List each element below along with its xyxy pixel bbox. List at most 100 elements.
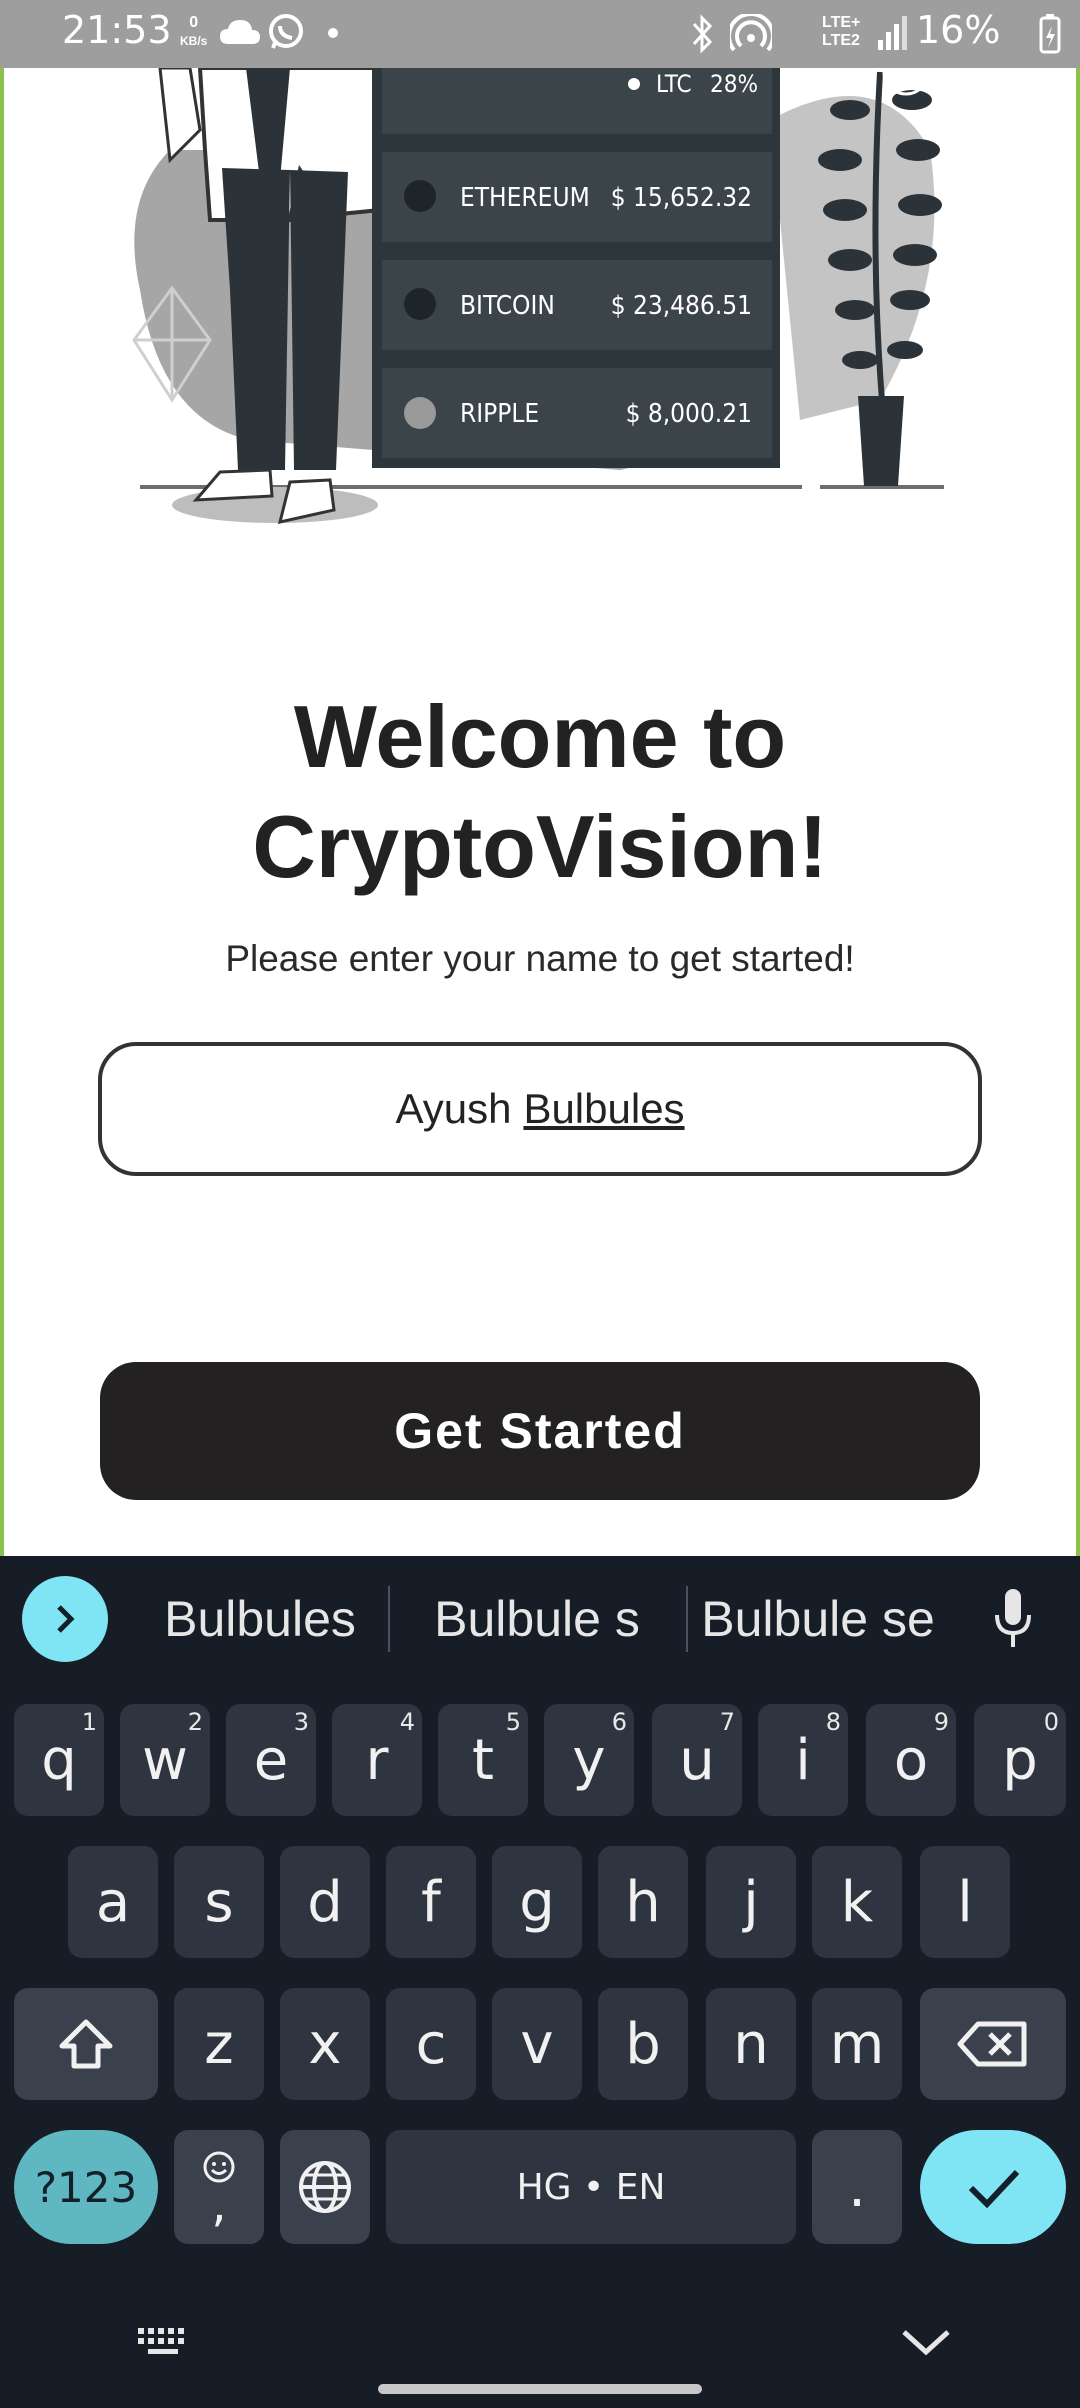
chevron-right-icon: [57, 1605, 75, 1633]
row-bitcoin-value: $ 23,486.51: [611, 291, 752, 321]
key-e[interactable]: e3: [226, 1704, 316, 1816]
row-ltc-name: LTC: [656, 70, 692, 98]
key-u[interactable]: u7: [652, 1704, 742, 1816]
globe-icon: [299, 2161, 351, 2213]
key-d[interactable]: d: [280, 1846, 370, 1958]
key-label: p: [1002, 1727, 1038, 1793]
key-j[interactable]: j: [706, 1846, 796, 1958]
keyboard-switch-icon[interactable]: [134, 2322, 194, 2362]
bluetooth-icon: [692, 14, 713, 54]
suggestion-3[interactable]: Bulbule se: [694, 1590, 942, 1648]
status-time: 21:53: [62, 8, 172, 52]
backspace-icon: [957, 2021, 1027, 2067]
key-t[interactable]: t5: [438, 1704, 528, 1816]
key-hint: 1: [81, 1708, 97, 1736]
get-started-button[interactable]: Get Started: [100, 1362, 980, 1500]
key-label: t: [472, 1727, 494, 1793]
whatsapp-icon: [269, 14, 303, 49]
key-hint: 8: [825, 1708, 841, 1736]
suggestion-1[interactable]: Bulbules: [140, 1590, 380, 1648]
key-o[interactable]: o9: [866, 1704, 956, 1816]
key-hint: 3: [293, 1708, 309, 1736]
price-board-rows: LTC 28% ETHEREUM $ 15,652.32 BITCOIN $ 2…: [382, 68, 772, 458]
key-hint: 6: [611, 1708, 627, 1736]
microphone-icon[interactable]: [988, 1585, 1038, 1655]
key-label: i: [795, 1727, 811, 1793]
welcome-title-line1: Welcome to: [293, 687, 787, 786]
status-bar: 21:53 0 KB/s LTE+ LTE2 16%: [0, 0, 1080, 68]
keyboard: [0, 1556, 1080, 2408]
symbols-key[interactable]: ?123: [14, 2130, 158, 2244]
key-label: u: [679, 1727, 715, 1793]
key-label: r: [365, 1727, 389, 1793]
row-ltc-value: 28%: [710, 70, 758, 98]
key-h[interactable]: h: [598, 1846, 688, 1958]
row-ripple-name: RIPPLE: [460, 399, 539, 429]
key-w[interactable]: w2: [120, 1704, 210, 1816]
name-input-first: Ayush: [395, 1085, 512, 1132]
key-n[interactable]: n: [706, 1988, 796, 2100]
hide-keyboard-chevron-icon[interactable]: [898, 2320, 954, 2364]
name-input[interactable]: Ayush Bulbules: [98, 1042, 982, 1176]
welcome-title: Welcome to CryptoVision!: [0, 682, 1080, 902]
hotspot-icon: [730, 14, 772, 52]
welcome-title-line2: CryptoVision!: [252, 797, 828, 896]
suggestion-2[interactable]: Bulbule s: [400, 1590, 674, 1648]
key-p[interactable]: p0: [974, 1704, 1066, 1816]
home-indicator[interactable]: [378, 2384, 702, 2394]
space-key[interactable]: HG • EN: [386, 2130, 796, 2244]
key-q[interactable]: q1: [14, 1704, 104, 1816]
key-k[interactable]: k: [812, 1846, 902, 1958]
key-b[interactable]: b: [598, 1988, 688, 2100]
enter-key[interactable]: [920, 2130, 1066, 2244]
lte-label-bottom: LTE2: [822, 32, 860, 49]
key-label: w: [142, 1727, 188, 1793]
name-input-composing: Bulbules: [523, 1085, 685, 1132]
battery-percent: 16%: [916, 8, 1001, 52]
subtitle: Please enter your name to get started!: [225, 938, 855, 979]
key-g[interactable]: g: [492, 1846, 582, 1958]
key-s[interactable]: s: [174, 1846, 264, 1958]
notification-dot-icon: [328, 28, 338, 38]
key-v[interactable]: v: [492, 1988, 582, 2100]
key-hint: 7: [719, 1708, 735, 1736]
suggestion-expand-button[interactable]: [22, 1576, 108, 1662]
key-z[interactable]: z: [174, 1988, 264, 2100]
shift-key[interactable]: [14, 1988, 158, 2100]
crypto-illustration: LTC 28% ETHEREUM $ 15,652.32 BITCOIN $ 2…: [132, 68, 944, 524]
checkmark-icon: [968, 2169, 1020, 2209]
key-label: o: [893, 1727, 929, 1793]
row-ethereum-name: ETHEREUM: [460, 183, 590, 213]
key-hint: 0: [1043, 1708, 1059, 1736]
key-m[interactable]: m: [812, 1988, 902, 2100]
comma-emoji-key[interactable]: ,: [174, 2130, 264, 2244]
comma-label: ,: [211, 2177, 227, 2233]
lte-label-top: LTE+: [822, 14, 861, 31]
net-speed-indicator: 0 KB/s: [180, 14, 207, 50]
key-hint: 5: [505, 1708, 521, 1736]
key-f[interactable]: f: [386, 1846, 476, 1958]
backspace-key[interactable]: [920, 1988, 1066, 2100]
key-label: e: [253, 1727, 289, 1793]
period-key[interactable]: .: [812, 2130, 902, 2244]
key-l[interactable]: l: [920, 1846, 1010, 1958]
key-hint: 4: [399, 1708, 415, 1736]
key-r[interactable]: r4: [332, 1704, 422, 1816]
language-key[interactable]: [280, 2130, 370, 2244]
key-label: y: [572, 1727, 606, 1793]
key-y[interactable]: y6: [544, 1704, 634, 1816]
key-a[interactable]: a: [68, 1846, 158, 1958]
battery-charging-icon: [1039, 14, 1061, 54]
lte-indicator: LTE+ LTE2: [822, 14, 860, 50]
net-speed-unit: KB/s: [180, 34, 208, 48]
key-i[interactable]: i8: [758, 1704, 848, 1816]
key-hint: 2: [187, 1708, 203, 1736]
key-c[interactable]: c: [386, 1988, 476, 2100]
net-speed-value: 0: [189, 14, 199, 31]
row-ethereum-value: $ 15,652.32: [611, 183, 752, 213]
key-hint: 9: [933, 1708, 949, 1736]
suggestion-divider: [686, 1586, 688, 1652]
key-label: q: [41, 1727, 77, 1793]
row-ripple-value: $ 8,000.21: [626, 399, 752, 429]
key-x[interactable]: x: [280, 1988, 370, 2100]
